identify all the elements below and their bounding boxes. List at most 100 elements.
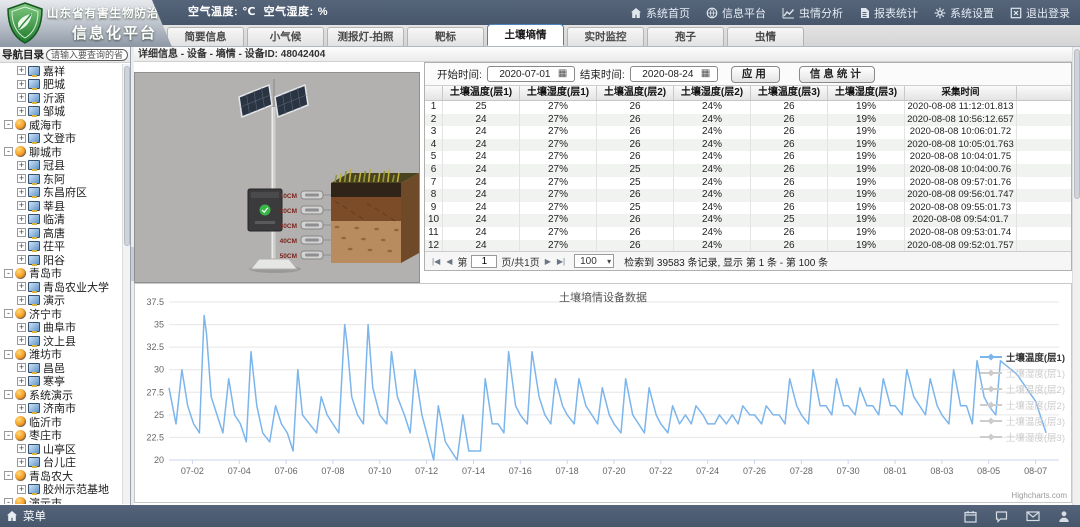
- apply-button[interactable]: 应用: [731, 66, 780, 83]
- collapse-icon[interactable]: -: [4, 390, 13, 399]
- cell: 26: [597, 227, 674, 240]
- expand-icon[interactable]: +: [17, 93, 26, 102]
- collapse-icon[interactable]: -: [4, 269, 13, 278]
- expand-icon[interactable]: +: [17, 444, 26, 453]
- legend-item-土壤温度(层2)[interactable]: 土壤温度(层2): [980, 382, 1065, 396]
- collapse-icon[interactable]: -: [4, 309, 13, 318]
- col-header[interactable]: 采集时间: [905, 86, 1017, 100]
- calendar-picker-icon[interactable]: ▦: [701, 69, 710, 79]
- tab-简要信息[interactable]: 简要信息: [167, 27, 244, 46]
- nav-系统设置[interactable]: 系统设置: [934, 5, 994, 21]
- main-scroll-thumb[interactable]: [1074, 49, 1080, 199]
- expand-icon[interactable]: +: [17, 107, 26, 116]
- collapse-icon[interactable]: -: [4, 147, 13, 156]
- expand-icon[interactable]: +: [17, 296, 26, 305]
- mail-icon[interactable]: [1026, 510, 1040, 522]
- expand-icon[interactable]: +: [17, 134, 26, 143]
- globe-icon: [15, 119, 26, 130]
- nav-报表统计[interactable]: 报表统计: [859, 5, 918, 21]
- table-row[interactable]: 32427%2624%2619%2020-08-08 10:06:01.72: [425, 126, 1071, 139]
- user-icon[interactable]: [1058, 510, 1070, 523]
- tab-靶标[interactable]: 靶标: [407, 27, 484, 46]
- page-number-input[interactable]: [471, 255, 497, 268]
- prev-page-icon[interactable]: ◀: [445, 257, 453, 266]
- expand-icon[interactable]: +: [17, 404, 26, 413]
- calendar-icon[interactable]: [964, 510, 977, 523]
- table-row[interactable]: 112427%2624%2619%2020-08-08 09:53:01.74: [425, 227, 1071, 240]
- first-page-icon[interactable]: |◀: [431, 257, 441, 266]
- svg-text:07-14: 07-14: [462, 466, 485, 476]
- col-header[interactable]: 土壤温度(层2): [597, 86, 674, 100]
- table-row[interactable]: 42427%2624%2619%2020-08-08 10:05:01.763: [425, 139, 1071, 152]
- nav-退出登录[interactable]: 退出登录: [1010, 5, 1070, 21]
- globe-icon: [15, 430, 26, 441]
- expand-icon[interactable]: +: [17, 485, 26, 494]
- col-header[interactable]: 土壤湿度(层2): [674, 86, 751, 100]
- expand-icon[interactable]: +: [17, 228, 26, 237]
- table-row[interactable]: 22427%2624%2619%2020-08-08 10:56:12.657: [425, 114, 1071, 127]
- main-scrollbar[interactable]: [1072, 47, 1080, 505]
- tab-虫情[interactable]: 虫情: [727, 27, 804, 46]
- table-row[interactable]: 62427%2524%2619%2020-08-08 10:04:00.76: [425, 164, 1071, 177]
- expand-icon[interactable]: +: [17, 377, 26, 386]
- col-header[interactable]: 土壤湿度(层3): [828, 86, 905, 100]
- col-header[interactable]: 土壤温度(层1): [443, 86, 520, 100]
- menu-button[interactable]: 菜单: [0, 508, 46, 524]
- next-page-icon[interactable]: ▶: [544, 257, 552, 266]
- cell: 25: [443, 101, 520, 114]
- legend-item-土壤湿度(层2)[interactable]: 土壤湿度(层2): [980, 398, 1065, 412]
- table-row[interactable]: 52427%2624%2619%2020-08-08 10:04:01.75: [425, 151, 1071, 164]
- table-row[interactable]: 102427%2624%2519%2020-08-08 09:54:01.7: [425, 214, 1071, 227]
- expand-icon[interactable]: +: [17, 80, 26, 89]
- highcharts-credit[interactable]: Highcharts.com: [1011, 491, 1067, 500]
- expand-icon[interactable]: +: [17, 242, 26, 251]
- expand-icon[interactable]: +: [17, 66, 26, 75]
- expand-icon[interactable]: +: [17, 174, 26, 183]
- expand-icon[interactable]: +: [17, 215, 26, 224]
- page-size-select[interactable]: 100 ▾: [574, 254, 614, 268]
- expand-icon[interactable]: +: [17, 201, 26, 210]
- end-time-label: 结束时间:: [580, 67, 625, 82]
- tab-土壤墒情[interactable]: 土壤墒情: [487, 24, 564, 46]
- legend-item-土壤湿度(层1)[interactable]: 土壤湿度(层1): [980, 366, 1065, 380]
- expand-icon[interactable]: +: [17, 458, 26, 467]
- end-date-input[interactable]: [635, 69, 701, 80]
- expand-icon[interactable]: +: [17, 161, 26, 170]
- table-row[interactable]: 72427%2524%2619%2020-08-08 09:57:01.76: [425, 177, 1071, 190]
- tab-实时监控[interactable]: 实时监控: [567, 27, 644, 46]
- nav-信息平台[interactable]: 信息平台: [706, 5, 766, 21]
- tab-测报灯-拍照[interactable]: 测报灯-拍照: [327, 27, 404, 46]
- last-page-icon[interactable]: ▶|: [556, 257, 566, 266]
- legend-item-土壤湿度(层3)[interactable]: 土壤湿度(层3): [980, 430, 1065, 444]
- expand-icon[interactable]: +: [17, 323, 26, 332]
- table-row[interactable]: 82427%2624%2619%2020-08-08 09:56:01.747: [425, 189, 1071, 202]
- start-date-input[interactable]: [492, 69, 558, 80]
- nav-系统首页[interactable]: 系统首页: [630, 5, 690, 21]
- region-search-input[interactable]: [46, 49, 128, 61]
- collapse-icon[interactable]: -: [4, 498, 13, 504]
- col-header[interactable]: 土壤温度(层3): [751, 86, 828, 100]
- tab-孢子[interactable]: 孢子: [647, 27, 724, 46]
- expand-icon[interactable]: +: [17, 336, 26, 345]
- expand-icon[interactable]: +: [17, 282, 26, 291]
- sidebar-scrollbar[interactable]: [122, 64, 130, 504]
- table-row[interactable]: 12527%2624%2619%2020-08-08 11:12:01.813: [425, 101, 1071, 114]
- svg-text:07-10: 07-10: [368, 466, 391, 476]
- legend-item-土壤温度(层1)[interactable]: 土壤温度(层1): [980, 350, 1065, 364]
- info-stats-button[interactable]: 信息统计: [799, 66, 875, 83]
- collapse-icon[interactable]: -: [4, 471, 13, 480]
- sidebar-scroll-thumb[interactable]: [124, 66, 130, 246]
- table-row[interactable]: 92427%2524%2619%2020-08-08 09:55:01.73: [425, 202, 1071, 215]
- collapse-icon[interactable]: -: [4, 120, 13, 129]
- calendar-picker-icon[interactable]: ▦: [558, 69, 567, 79]
- legend-item-土壤温度(层3)[interactable]: 土壤温度(层3): [980, 414, 1065, 428]
- collapse-icon[interactable]: -: [4, 431, 13, 440]
- expand-icon[interactable]: +: [17, 255, 26, 264]
- nav-虫情分析[interactable]: 虫情分析: [782, 5, 843, 21]
- expand-icon[interactable]: +: [17, 188, 26, 197]
- expand-icon[interactable]: +: [17, 363, 26, 372]
- col-header[interactable]: 土壤湿度(层1): [520, 86, 597, 100]
- tab-小气候[interactable]: 小气候: [247, 27, 324, 46]
- collapse-icon[interactable]: -: [4, 350, 13, 359]
- chat-icon[interactable]: [995, 510, 1008, 523]
